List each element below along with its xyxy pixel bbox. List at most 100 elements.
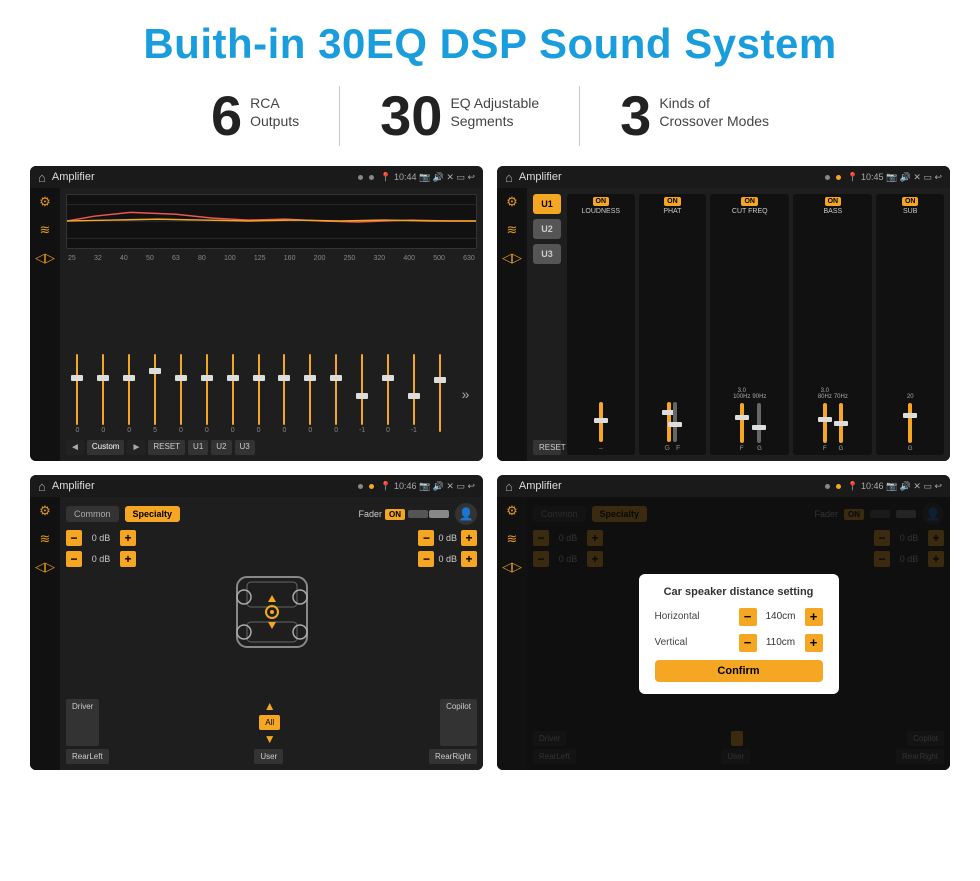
fader-plus-1[interactable]: + [120, 530, 136, 546]
eq-slider-13[interactable]: 0 [377, 354, 400, 434]
fader-minus-2[interactable]: − [66, 551, 82, 567]
eq-slider-10[interactable]: 0 [299, 354, 322, 434]
tab-specialty[interactable]: Specialty [125, 506, 181, 522]
cutfreq-g-slider[interactable] [757, 403, 761, 443]
fader-plus-2[interactable]: + [120, 551, 136, 567]
home-icon: ⌂ [38, 170, 46, 185]
btn-driver[interactable]: Driver [66, 699, 99, 746]
loudness-slider[interactable] [599, 402, 603, 442]
dialog-side-icons: ⚙ ≋ ◁▷ [497, 497, 527, 770]
preset-u1[interactable]: U1 [533, 194, 561, 214]
bass-f-slider[interactable] [823, 403, 827, 443]
eq-slider-12[interactable]: -1 [351, 354, 374, 434]
dialog-horizontal-plus[interactable]: + [805, 608, 823, 626]
dialog-wave-icon[interactable]: ≋ [507, 531, 518, 547]
eq-expand[interactable]: » [454, 354, 477, 434]
dialog-overlay: Car speaker distance setting Horizontal … [527, 497, 950, 770]
eq-slider-3[interactable]: 0 [118, 354, 141, 434]
eq-slider-14[interactable]: -1 [402, 354, 425, 434]
crossover-status-bar: ⌂ Amplifier 📍 10:45 📷 🔊 ✕ ▭ ↩ [497, 166, 950, 188]
btn-rearright[interactable]: RearRight [429, 749, 477, 764]
fader-ctrl-2: − 0 dB + [66, 551, 136, 567]
crossover-reset[interactable]: RESET [533, 440, 561, 455]
btn-rearleft[interactable]: RearLeft [66, 749, 109, 764]
eq-side-icons: ⚙ ≋ ◁▷ [30, 188, 60, 461]
fader-side-icons: ⚙ ≋ ◁▷ [30, 497, 60, 770]
fader-minus-4[interactable]: − [418, 551, 434, 567]
dialog-vertical-plus[interactable]: + [805, 634, 823, 652]
fader-slider-h1[interactable] [408, 510, 428, 518]
eq-slider-11[interactable]: 0 [325, 354, 348, 434]
stat-eq-number: 30 [380, 88, 442, 144]
crossover-vol-icon[interactable]: ◁▷ [502, 250, 522, 266]
eq-slider-4[interactable]: 5 [144, 354, 167, 434]
dialog-horizontal-control: − 140cm + [739, 608, 823, 626]
eq-reset-btn[interactable]: RESET [148, 440, 185, 455]
phat-on[interactable]: ON [664, 197, 681, 206]
crossover-wave-icon[interactable]: ≋ [507, 222, 518, 238]
eq-u1-btn[interactable]: U1 [188, 440, 208, 455]
fader-plus-3[interactable]: + [461, 530, 477, 546]
eq-slider-15[interactable] [428, 354, 451, 434]
eq-status-bar: ⌂ Amplifier 📍 10:44 📷 🔊 ✕ ▭ ↩ [30, 166, 483, 188]
fader-tune-icon[interactable]: ⚙ [39, 503, 51, 519]
btn-user[interactable]: User [254, 749, 283, 764]
cutfreq-label: CUT FREQ [732, 208, 768, 215]
fader-screen: ⌂ Amplifier 📍 10:46 📷 🔊 ✕ ▭ ↩ ⚙ ≋ ◁▷ Com… [30, 475, 483, 770]
eq-tune-icon[interactable]: ⚙ [39, 194, 51, 210]
eq-slider-9[interactable]: 0 [273, 354, 296, 434]
fader-status-icons: 📍 10:46 📷 🔊 ✕ ▭ ↩ [380, 481, 475, 492]
eq-wave-icon[interactable]: ≋ [40, 222, 51, 238]
fader-plus-4[interactable]: + [461, 551, 477, 567]
fader-minus-1[interactable]: − [66, 530, 82, 546]
crossover-dot1 [825, 175, 830, 180]
preset-u3[interactable]: U3 [533, 244, 561, 264]
stat-rca-number: 6 [211, 88, 242, 144]
crossover-tune-icon[interactable]: ⚙ [506, 194, 518, 210]
eq-slider-5[interactable]: 0 [170, 354, 193, 434]
fader-minus-3[interactable]: − [418, 530, 434, 546]
fader-person-icon[interactable]: 👤 [455, 503, 477, 525]
fader-vol-icon[interactable]: ◁▷ [35, 559, 55, 575]
btn-all[interactable]: All [259, 715, 280, 730]
dialog-dot2 [836, 484, 841, 489]
fader-slider-h2[interactable] [429, 510, 449, 518]
bass-g-slider[interactable] [839, 403, 843, 443]
btn-copilot[interactable]: Copilot [440, 699, 477, 746]
eq-u2-btn[interactable]: U2 [211, 440, 231, 455]
eq-u3-btn[interactable]: U3 [235, 440, 255, 455]
sub-on[interactable]: ON [902, 197, 919, 206]
eq-slider-1[interactable]: 0 [66, 354, 89, 434]
dialog-home-icon: ⌂ [505, 479, 513, 494]
cutfreq-f-slider[interactable] [740, 403, 744, 443]
channel-cutfreq: ON CUT FREQ 3.0 100Hz F [710, 194, 789, 455]
eq-slider-7[interactable]: 0 [221, 354, 244, 434]
eq-volume-icon[interactable]: ◁▷ [35, 250, 55, 266]
eq-graph [66, 194, 477, 249]
eq-play-btn[interactable]: ► [127, 440, 145, 455]
dialog-vertical-minus[interactable]: − [739, 634, 757, 652]
fader-app-name: Amplifier [52, 480, 352, 492]
fader-on-toggle[interactable]: ON [385, 509, 405, 520]
dialog-vol-icon[interactable]: ◁▷ [502, 559, 522, 575]
confirm-button[interactable]: Confirm [655, 660, 823, 682]
dialog-horizontal-minus[interactable]: − [739, 608, 757, 626]
tab-common[interactable]: Common [66, 506, 119, 522]
eq-slider-2[interactable]: 0 [92, 354, 115, 434]
stat-crossover: 3 Kinds ofCrossover Modes [580, 88, 809, 144]
fader-wave-icon[interactable]: ≋ [40, 531, 51, 547]
eq-slider-8[interactable]: 0 [247, 354, 270, 434]
eq-prev-btn[interactable]: ◄ [66, 440, 84, 455]
preset-u2[interactable]: U2 [533, 219, 561, 239]
phat-f-slider[interactable] [673, 402, 677, 442]
cutfreq-on[interactable]: ON [741, 197, 758, 206]
arrow-down: ▼ [264, 732, 276, 746]
eq-slider-6[interactable]: 0 [195, 354, 218, 434]
fader-dialog-screen: ⌂ Amplifier 📍 10:46 📷 🔊 ✕ ▭ ↩ ⚙ ≋ ◁▷ Com… [497, 475, 950, 770]
crossover-main-panel: U1 U2 U3 RESET ON LOUDNESS [527, 188, 950, 461]
sub-g-slider[interactable] [908, 403, 912, 443]
loudness-on[interactable]: ON [593, 197, 610, 206]
bass-on[interactable]: ON [825, 197, 842, 206]
dialog-tune-icon[interactable]: ⚙ [506, 503, 518, 519]
eq-custom-btn[interactable]: Custom [87, 440, 125, 455]
